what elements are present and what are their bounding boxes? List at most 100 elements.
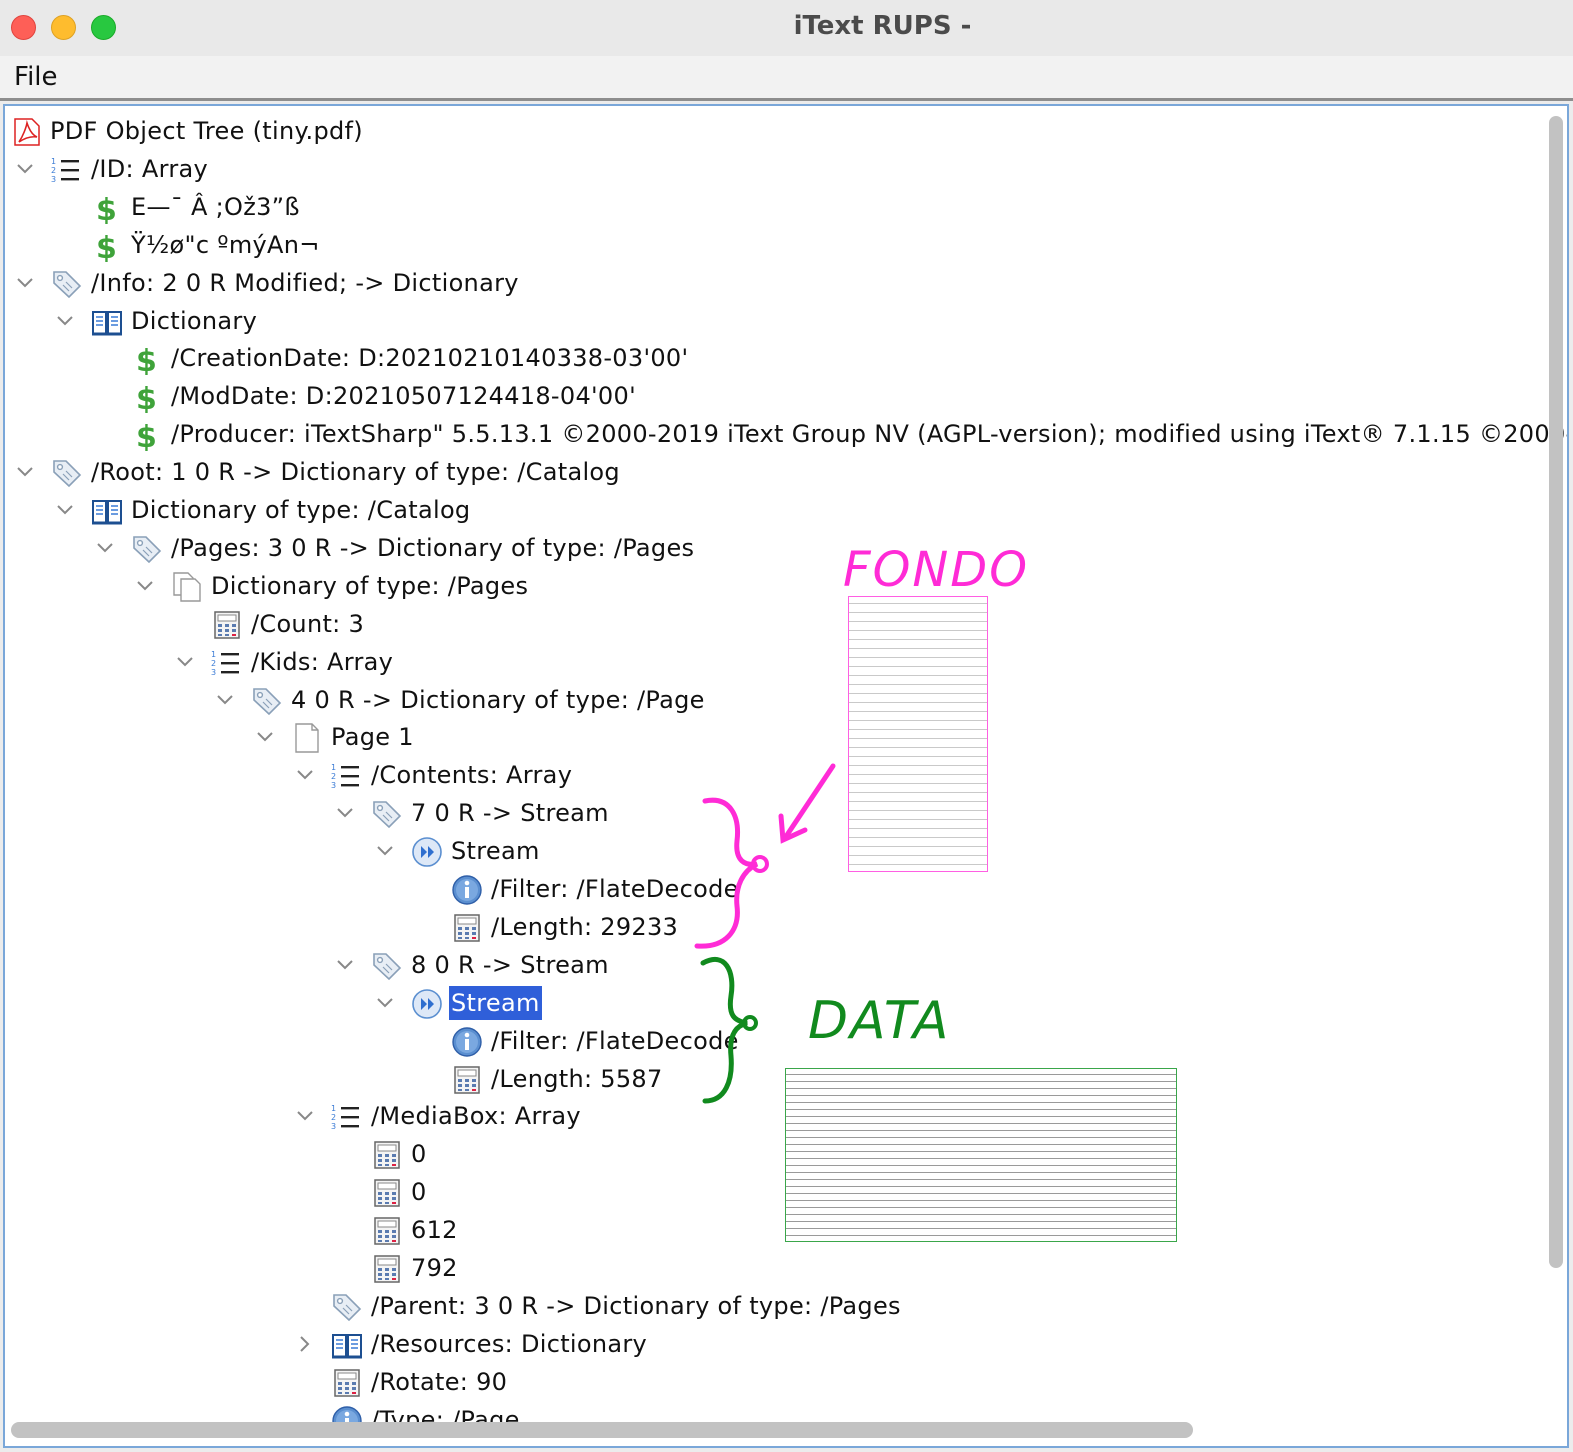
tree-node[interactable]: /Resources: Dictionary [5, 1325, 1545, 1363]
svg-text:$: $ [96, 193, 117, 224]
data-brace-icon [700, 956, 758, 1104]
array-icon: 123 [51, 154, 83, 186]
dictionary-icon [331, 1329, 363, 1361]
array-icon: 123 [331, 760, 363, 792]
name-icon [451, 1026, 483, 1058]
chevron-down-icon[interactable] [15, 273, 35, 293]
tree-node[interactable]: 612 [5, 1211, 1545, 1249]
tree-node-label: Dictionary [131, 306, 258, 335]
tree-node-label: PDF Object Tree (tiny.pdf) [50, 117, 363, 145]
tree-node-label: /ModDate: D:20210507124418-04'00' [171, 382, 636, 411]
indirect-ref-icon [131, 533, 163, 565]
tree-node[interactable]: 1 2 3/Kids: Array [5, 643, 1545, 681]
chevron-down-icon[interactable] [335, 955, 355, 975]
svg-text:$: $ [96, 231, 117, 262]
tree-node-label: /Pages: 3 0 R -> Dictionary of type: /Pa… [171, 533, 695, 562]
tree-node-label: 612 [411, 1216, 458, 1245]
tree-node[interactable]: /Pages: 3 0 R -> Dictionary of type: /Pa… [5, 529, 1545, 567]
tree-node-label: /Parent: 3 0 R -> Dictionary of type: /P… [371, 1291, 901, 1320]
chevron-down-icon[interactable] [335, 803, 355, 823]
svg-text:$: $ [136, 344, 157, 375]
chevron-down-icon[interactable] [95, 538, 115, 558]
tree-node[interactable]: 1 2 3/MediaBox: Array [5, 1097, 1545, 1135]
window-title: iText RUPS - [793, 11, 972, 41]
vertical-scrollbar[interactable] [1549, 116, 1563, 1268]
menu-file[interactable]: File [14, 62, 58, 92]
tree-node[interactable]: 4 0 R -> Dictionary of type: /Page [5, 681, 1545, 719]
tree-node-label: /ID: Array [91, 154, 208, 183]
tree-node-label: 8 0 R -> Stream [411, 950, 609, 979]
tree-node-label: /Root: 1 0 R -> Dictionary of type: /Cat… [91, 458, 620, 487]
tree-node[interactable]: 0 [5, 1135, 1545, 1173]
tree-node-label: /MediaBox: Array [371, 1102, 581, 1131]
tree-node[interactable]: /Info: 2 0 R Modified; -> Dictionary [5, 264, 1545, 302]
tree-node-label: Ÿ½ø"c ºmýAn¬ [131, 230, 320, 259]
tree-node-label: /Resources: Dictionary [371, 1329, 648, 1358]
string-icon: $ [91, 230, 123, 266]
svg-text:1: 1 [331, 763, 336, 772]
tree-node-label: Dictionary of type: /Catalog [131, 496, 471, 524]
tree-node[interactable]: 0 [5, 1173, 1545, 1211]
tree-node[interactable]: /Length: 5587 [5, 1060, 1545, 1098]
chevron-down-icon[interactable] [255, 727, 275, 747]
tree-node[interactable]: /Rotate: 90 [5, 1363, 1545, 1401]
tree-node[interactable]: $ Ÿ½ø"c ºmýAn¬ [5, 226, 1545, 266]
chevron-down-icon[interactable] [55, 311, 75, 331]
number-icon [451, 912, 483, 944]
svg-text:2: 2 [211, 659, 216, 668]
tree-node[interactable]: $ E—¯ Â ;Ož3”ß [5, 188, 1545, 228]
array-icon: 123 [211, 647, 243, 679]
svg-text:1: 1 [331, 1104, 336, 1113]
tree-node[interactable]: Dictionary [5, 302, 1545, 340]
tree-node-label: /Rotate: 90 [371, 1367, 508, 1396]
svg-text:1: 1 [51, 157, 56, 166]
tree-node-label: /Kids: Array [251, 647, 394, 676]
tree-node[interactable]: Dictionary of type: /Pages [5, 567, 1545, 605]
tree-node-label: Dictionary of type: /Pages [211, 571, 529, 600]
chevron-right-icon[interactable] [295, 1334, 315, 1354]
string-icon: $ [131, 381, 163, 417]
tree-node[interactable]: 1 2 3/ID: Array [5, 150, 1545, 188]
menu-bar: File [0, 56, 1573, 101]
tree-node[interactable]: Page 1 [5, 718, 1545, 756]
title-bar: iText RUPS - [0, 0, 1573, 56]
tree-node[interactable]: Dictionary of type: /Catalog [5, 491, 1545, 529]
number-icon [371, 1139, 403, 1171]
chevron-down-icon[interactable] [215, 690, 235, 710]
tree-node[interactable]: $ /Producer: iTextSharp" 5.5.13.1 ©2000-2… [5, 415, 1567, 455]
svg-text:$: $ [136, 420, 157, 451]
tree-node[interactable]: Stream [5, 984, 1545, 1022]
tree-node[interactable]: PDF Object Tree (tiny.pdf) [5, 112, 1545, 150]
chevron-down-icon[interactable] [295, 765, 315, 785]
tree-node-label: Stream [451, 837, 540, 866]
fondo-stream-thumbnail [848, 596, 988, 872]
chevron-down-icon[interactable] [375, 993, 395, 1013]
tree-node-label: E—¯ Â ;Ož3”ß [131, 192, 300, 221]
chevron-down-icon[interactable] [15, 159, 35, 179]
chevron-down-icon[interactable] [375, 841, 395, 861]
tree-node[interactable]: $ /CreationDate: D:20210210140338-03'00' [5, 339, 1545, 379]
string-icon: $ [91, 192, 123, 228]
tree-node-label: /Contents: Array [371, 761, 573, 790]
indirect-ref-icon [51, 268, 83, 300]
tree-node[interactable]: /Filter: /FlateDecode [5, 1022, 1545, 1060]
tree-node[interactable]: /Root: 1 0 R -> Dictionary of type: /Cat… [5, 453, 1545, 491]
page-icon [291, 722, 323, 754]
chevron-down-icon[interactable] [175, 652, 195, 672]
tree-node[interactable]: $ /ModDate: D:20210507124418-04'00' [5, 377, 1545, 417]
tree-node-label: /CreationDate: D:20210210140338-03'00' [171, 344, 689, 373]
dictionary-icon [91, 495, 123, 527]
horizontal-scrollbar[interactable] [11, 1422, 1193, 1438]
tree-node-label: 4 0 R -> Dictionary of type: /Page [291, 685, 705, 714]
chevron-down-icon[interactable] [55, 500, 75, 520]
tree-node[interactable]: 792 [5, 1249, 1545, 1287]
chevron-down-icon[interactable] [15, 462, 35, 482]
tree-node[interactable]: /Count: 3 [5, 605, 1545, 643]
fondo-brace-arrow-icon [694, 763, 836, 949]
tree-node-label: Page 1 [331, 723, 414, 752]
chevron-down-icon[interactable] [135, 576, 155, 596]
chevron-down-icon[interactable] [295, 1106, 315, 1126]
tree-node[interactable]: /Parent: 3 0 R -> Dictionary of type: /P… [5, 1287, 1545, 1325]
number-icon [331, 1367, 363, 1399]
number-icon [371, 1177, 403, 1209]
